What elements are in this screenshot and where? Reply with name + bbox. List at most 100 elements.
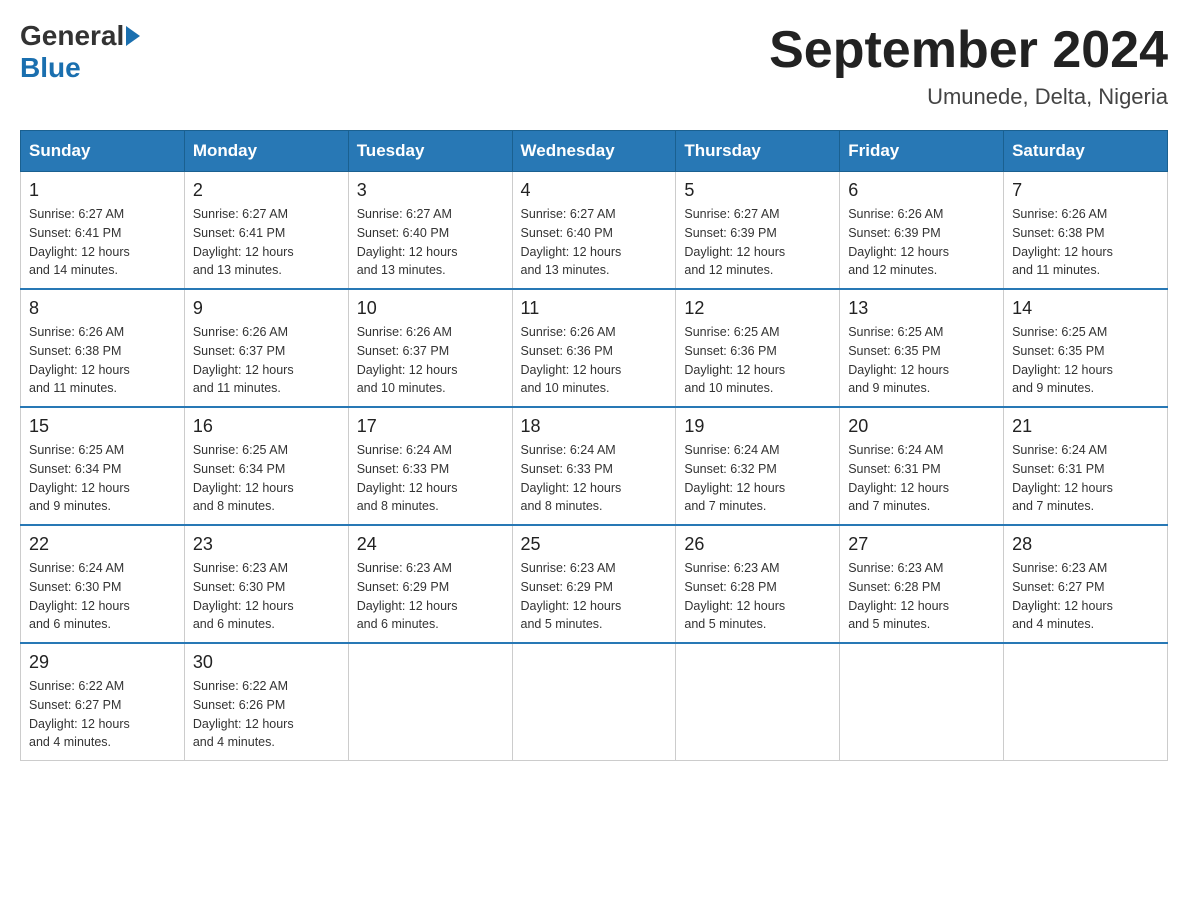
calendar-cell: 7 Sunrise: 6:26 AMSunset: 6:38 PMDaylight…	[1004, 172, 1168, 290]
day-info: Sunrise: 6:23 AMSunset: 6:30 PMDaylight:…	[193, 559, 340, 634]
day-number: 21	[1012, 416, 1159, 437]
week-row-4: 22 Sunrise: 6:24 AMSunset: 6:30 PMDayligh…	[21, 525, 1168, 643]
day-number: 10	[357, 298, 504, 319]
logo-blue-text: Blue	[20, 52, 81, 84]
calendar-cell: 9Sunrise: 6:26 AMSunset: 6:37 PMDaylight…	[184, 289, 348, 407]
calendar-cell: 5 Sunrise: 6:27 AMSunset: 6:39 PMDaylight…	[676, 172, 840, 290]
title-section: September 2024 Umunede, Delta, Nigeria	[769, 20, 1168, 110]
day-number: 23	[193, 534, 340, 555]
calendar-cell: 17 Sunrise: 6:24 AMSunset: 6:33 PMDayligh…	[348, 407, 512, 525]
header-sunday: Sunday	[21, 131, 185, 172]
page-header: General Blue September 2024 Umunede, Del…	[20, 20, 1168, 110]
day-number: 29	[29, 652, 176, 673]
calendar-cell: 27 Sunrise: 6:23 AMSunset: 6:28 PMDayligh…	[840, 525, 1004, 643]
calendar-cell	[676, 643, 840, 761]
calendar-cell: 26 Sunrise: 6:23 AMSunset: 6:28 PMDayligh…	[676, 525, 840, 643]
day-number: 16	[193, 416, 340, 437]
day-info: Sunrise: 6:26 AMSunset: 6:38 PMDaylight:…	[29, 323, 176, 398]
calendar-cell: 30Sunrise: 6:22 AMSunset: 6:26 PMDayligh…	[184, 643, 348, 761]
day-number: 13	[848, 298, 995, 319]
day-info: Sunrise: 6:27 AMSunset: 6:40 PMDaylight:…	[521, 205, 668, 280]
calendar-cell: 16 Sunrise: 6:25 AMSunset: 6:34 PMDayligh…	[184, 407, 348, 525]
day-number: 30	[193, 652, 340, 673]
calendar-cell	[512, 643, 676, 761]
calendar-cell: 21 Sunrise: 6:24 AMSunset: 6:31 PMDayligh…	[1004, 407, 1168, 525]
day-info: Sunrise: 6:24 AMSunset: 6:31 PMDaylight:…	[848, 441, 995, 516]
day-info: Sunrise: 6:26 AMSunset: 6:36 PMDaylight:…	[521, 323, 668, 398]
calendar-cell: 14Sunrise: 6:25 AMSunset: 6:35 PMDayligh…	[1004, 289, 1168, 407]
day-info: Sunrise: 6:23 AMSunset: 6:28 PMDaylight:…	[684, 559, 831, 634]
day-info: Sunrise: 6:23 AMSunset: 6:29 PMDaylight:…	[521, 559, 668, 634]
logo-triangle-icon	[126, 26, 140, 46]
day-number: 8	[29, 298, 176, 319]
day-info: Sunrise: 6:24 AMSunset: 6:31 PMDaylight:…	[1012, 441, 1159, 516]
day-number: 19	[684, 416, 831, 437]
day-info: Sunrise: 6:25 AMSunset: 6:34 PMDaylight:…	[193, 441, 340, 516]
header-monday: Monday	[184, 131, 348, 172]
week-row-5: 29 Sunrise: 6:22 AMSunset: 6:27 PMDayligh…	[21, 643, 1168, 761]
calendar-cell: 6 Sunrise: 6:26 AMSunset: 6:39 PMDaylight…	[840, 172, 1004, 290]
day-number: 17	[357, 416, 504, 437]
day-info: Sunrise: 6:27 AMSunset: 6:41 PMDaylight:…	[29, 205, 176, 280]
day-info: Sunrise: 6:23 AMSunset: 6:28 PMDaylight:…	[848, 559, 995, 634]
calendar-cell: 8 Sunrise: 6:26 AMSunset: 6:38 PMDaylight…	[21, 289, 185, 407]
calendar-table: SundayMondayTuesdayWednesdayThursdayFrid…	[20, 130, 1168, 761]
week-row-3: 15Sunrise: 6:25 AMSunset: 6:34 PMDayligh…	[21, 407, 1168, 525]
day-info: Sunrise: 6:24 AMSunset: 6:30 PMDaylight:…	[29, 559, 176, 634]
calendar-cell: 3 Sunrise: 6:27 AMSunset: 6:40 PMDaylight…	[348, 172, 512, 290]
day-number: 12	[684, 298, 831, 319]
header-row: SundayMondayTuesdayWednesdayThursdayFrid…	[21, 131, 1168, 172]
header-saturday: Saturday	[1004, 131, 1168, 172]
calendar-cell: 11 Sunrise: 6:26 AMSunset: 6:36 PMDayligh…	[512, 289, 676, 407]
day-info: Sunrise: 6:27 AMSunset: 6:40 PMDaylight:…	[357, 205, 504, 280]
day-number: 6	[848, 180, 995, 201]
calendar-cell: 12 Sunrise: 6:25 AMSunset: 6:36 PMDayligh…	[676, 289, 840, 407]
day-number: 7	[1012, 180, 1159, 201]
day-info: Sunrise: 6:27 AMSunset: 6:41 PMDaylight:…	[193, 205, 340, 280]
day-number: 27	[848, 534, 995, 555]
day-info: Sunrise: 6:24 AMSunset: 6:33 PMDaylight:…	[521, 441, 668, 516]
day-number: 3	[357, 180, 504, 201]
day-info: Sunrise: 6:27 AMSunset: 6:39 PMDaylight:…	[684, 205, 831, 280]
week-row-1: 1 Sunrise: 6:27 AMSunset: 6:41 PMDaylight…	[21, 172, 1168, 290]
calendar-cell	[1004, 643, 1168, 761]
calendar-title: September 2024	[769, 20, 1168, 80]
day-info: Sunrise: 6:25 AMSunset: 6:35 PMDaylight:…	[848, 323, 995, 398]
calendar-cell: 23 Sunrise: 6:23 AMSunset: 6:30 PMDayligh…	[184, 525, 348, 643]
day-info: Sunrise: 6:23 AMSunset: 6:29 PMDaylight:…	[357, 559, 504, 634]
calendar-cell: 13 Sunrise: 6:25 AMSunset: 6:35 PMDayligh…	[840, 289, 1004, 407]
day-number: 26	[684, 534, 831, 555]
calendar-cell: 20Sunrise: 6:24 AMSunset: 6:31 PMDayligh…	[840, 407, 1004, 525]
day-info: Sunrise: 6:26 AMSunset: 6:37 PMDaylight:…	[357, 323, 504, 398]
day-number: 24	[357, 534, 504, 555]
calendar-cell: 18Sunrise: 6:24 AMSunset: 6:33 PMDayligh…	[512, 407, 676, 525]
day-info: Sunrise: 6:25 AMSunset: 6:35 PMDaylight:…	[1012, 323, 1159, 398]
day-info: Sunrise: 6:26 AMSunset: 6:38 PMDaylight:…	[1012, 205, 1159, 280]
header-wednesday: Wednesday	[512, 131, 676, 172]
calendar-cell: 29 Sunrise: 6:22 AMSunset: 6:27 PMDayligh…	[21, 643, 185, 761]
day-info: Sunrise: 6:25 AMSunset: 6:36 PMDaylight:…	[684, 323, 831, 398]
calendar-cell: 28Sunrise: 6:23 AMSunset: 6:27 PMDayligh…	[1004, 525, 1168, 643]
day-info: Sunrise: 6:26 AMSunset: 6:39 PMDaylight:…	[848, 205, 995, 280]
header-friday: Friday	[840, 131, 1004, 172]
week-row-2: 8 Sunrise: 6:26 AMSunset: 6:38 PMDaylight…	[21, 289, 1168, 407]
calendar-cell: 25Sunrise: 6:23 AMSunset: 6:29 PMDayligh…	[512, 525, 676, 643]
day-info: Sunrise: 6:22 AMSunset: 6:27 PMDaylight:…	[29, 677, 176, 752]
day-number: 1	[29, 180, 176, 201]
day-info: Sunrise: 6:23 AMSunset: 6:27 PMDaylight:…	[1012, 559, 1159, 634]
calendar-cell: 1 Sunrise: 6:27 AMSunset: 6:41 PMDaylight…	[21, 172, 185, 290]
day-info: Sunrise: 6:24 AMSunset: 6:32 PMDaylight:…	[684, 441, 831, 516]
calendar-cell: 2 Sunrise: 6:27 AMSunset: 6:41 PMDaylight…	[184, 172, 348, 290]
day-number: 9	[193, 298, 340, 319]
calendar-subtitle: Umunede, Delta, Nigeria	[769, 84, 1168, 110]
day-number: 22	[29, 534, 176, 555]
day-number: 5	[684, 180, 831, 201]
day-info: Sunrise: 6:24 AMSunset: 6:33 PMDaylight:…	[357, 441, 504, 516]
day-number: 11	[521, 298, 668, 319]
day-info: Sunrise: 6:25 AMSunset: 6:34 PMDaylight:…	[29, 441, 176, 516]
day-number: 2	[193, 180, 340, 201]
calendar-cell: 19 Sunrise: 6:24 AMSunset: 6:32 PMDayligh…	[676, 407, 840, 525]
calendar-cell: 15Sunrise: 6:25 AMSunset: 6:34 PMDayligh…	[21, 407, 185, 525]
calendar-cell: 24 Sunrise: 6:23 AMSunset: 6:29 PMDayligh…	[348, 525, 512, 643]
calendar-cell: 10 Sunrise: 6:26 AMSunset: 6:37 PMDayligh…	[348, 289, 512, 407]
